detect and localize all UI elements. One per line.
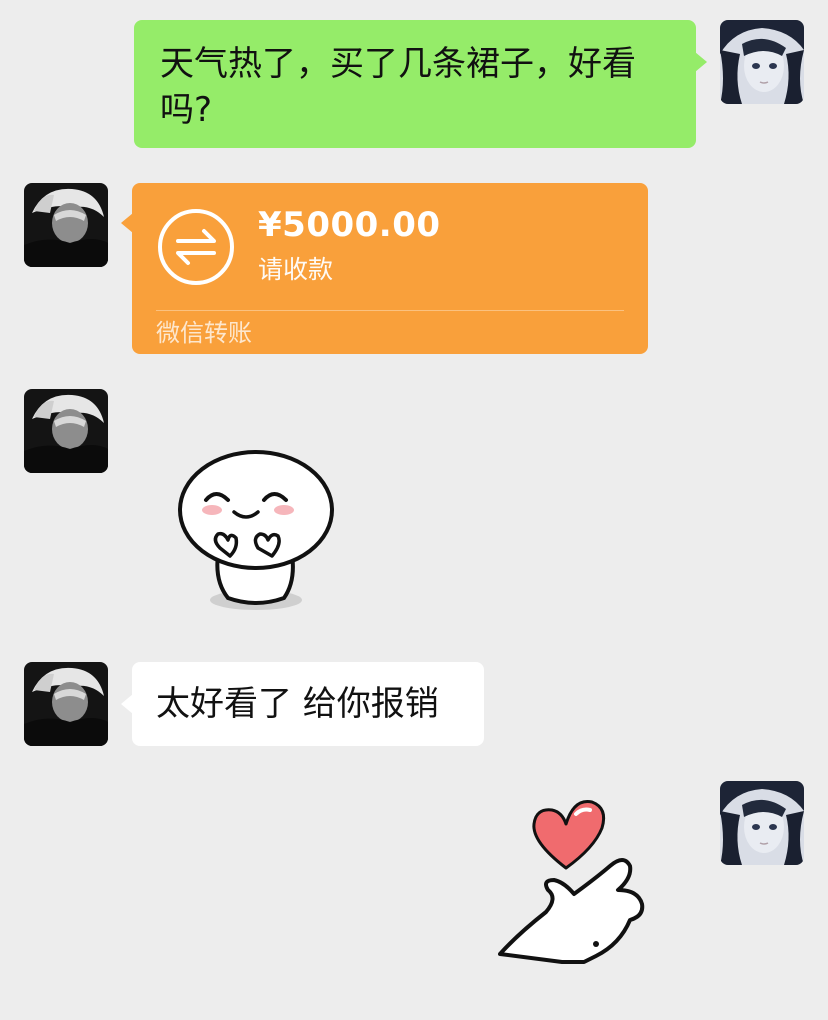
- message-text: 天气热了，买了几条裙子，好看吗?: [160, 44, 636, 130]
- transfer-status: 请收款: [258, 255, 334, 284]
- happy-blob-sticker[interactable]: [172, 448, 336, 616]
- transfer-arrows-icon: [158, 209, 234, 285]
- transfer-label: 微信转账: [156, 319, 252, 347]
- transfer-card[interactable]: ¥5000.00 请收款 微信转账: [121, 183, 648, 354]
- message-text: 太好看了 给你报销: [156, 684, 439, 724]
- avatar-self[interactable]: [720, 781, 804, 865]
- avatar-contact[interactable]: [24, 389, 108, 473]
- transfer-divider: [156, 310, 624, 311]
- avatar-contact[interactable]: [24, 662, 108, 746]
- heart-finger-sticker[interactable]: [492, 794, 668, 964]
- transfer-amount: ¥5000.00: [258, 205, 441, 245]
- message-bubble-sent[interactable]: 天气热了，买了几条裙子，好看吗?: [134, 20, 707, 148]
- message-bubble-received[interactable]: 太好看了 给你报销: [121, 662, 484, 746]
- avatar-self[interactable]: [720, 20, 804, 104]
- avatar-contact[interactable]: [24, 183, 108, 267]
